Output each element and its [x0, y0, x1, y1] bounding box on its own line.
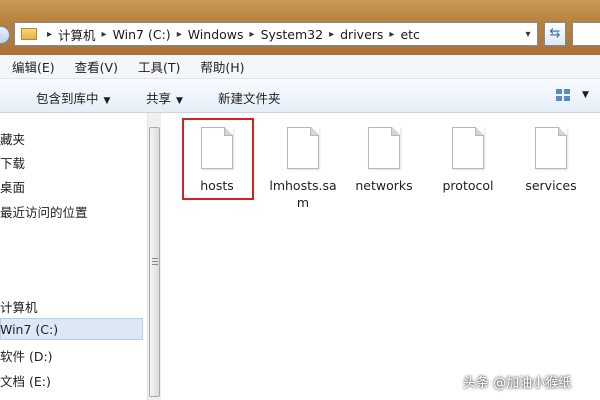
breadcrumb-drivers[interactable]: drivers	[340, 27, 383, 42]
view-options-icon[interactable]	[556, 89, 570, 101]
sidebar-item-recent-places[interactable]: 最近访问的位置	[0, 202, 88, 221]
file-name: hosts	[200, 178, 234, 193]
toolbar: 包含到库中 ▼ 共享 ▼ 新建文件夹 ▼	[0, 79, 600, 113]
menu-help[interactable]: 帮助(H)	[200, 57, 244, 76]
file-icon	[452, 127, 484, 169]
include-library-button[interactable]: 包含到库中 ▼	[36, 88, 110, 107]
breadcrumb-c-drive[interactable]: Win7 (C:)	[113, 27, 171, 42]
file-icon	[201, 127, 233, 169]
file-list: hosts lmhosts.sam networks protocol serv…	[161, 113, 600, 400]
share-button[interactable]: 共享 ▼	[146, 88, 183, 107]
sidebar-item-desktop[interactable]: 桌面	[0, 177, 25, 196]
file-item-networks[interactable]: networks	[345, 127, 423, 194]
breadcrumb-system32[interactable]: System32	[261, 27, 324, 42]
menu-bar: 编辑(E) 查看(V) 工具(T) 帮助(H)	[0, 55, 600, 79]
menu-tools[interactable]: 工具(T)	[138, 57, 180, 76]
refresh-button[interactable]: ⇆	[544, 22, 566, 46]
sidebar-item-d-drive[interactable]: 软件 (D:)	[0, 346, 53, 365]
sidebar-item-favorites[interactable]: 藏夹	[0, 129, 25, 148]
watermark: 头条 @加油小猴纸	[463, 376, 572, 391]
chevron-down-icon: ▼	[103, 96, 111, 106]
sidebar-item-e-drive[interactable]: 文档 (E:)	[0, 371, 51, 390]
address-bar[interactable]: ▸ 计算机 ▸ Win7 (C:) ▸ Windows ▸ System32 ▸…	[14, 22, 538, 46]
file-icon	[368, 127, 400, 169]
menu-edit[interactable]: 编辑(E)	[12, 57, 55, 76]
chevron-right-icon: ▸	[329, 28, 335, 40]
menu-view[interactable]: 查看(V)	[75, 57, 118, 76]
sidebar-scrollbar[interactable]	[147, 113, 161, 400]
chevron-right-icon: ▸	[389, 28, 395, 40]
sidebar-item-computer[interactable]: 计算机	[0, 297, 38, 316]
search-input[interactable]	[572, 22, 600, 46]
folder-icon	[21, 28, 37, 40]
chevron-right-icon: ▸	[47, 28, 53, 40]
breadcrumb-etc[interactable]: etc	[400, 27, 419, 42]
file-name: protocol	[442, 178, 494, 193]
file-name: lmhosts.sam	[269, 178, 337, 210]
include-library-label: 包含到库中	[36, 91, 99, 106]
new-folder-button[interactable]: 新建文件夹	[218, 88, 281, 107]
file-name: services	[525, 178, 577, 193]
grip-icon	[152, 258, 158, 266]
file-item-protocol[interactable]: protocol	[429, 127, 507, 194]
chevron-right-icon: ▸	[249, 28, 255, 40]
file-icon	[535, 127, 567, 169]
chevron-down-icon: ▼	[176, 96, 183, 106]
scroll-thumb[interactable]	[149, 127, 160, 397]
chevron-right-icon: ▸	[176, 28, 182, 40]
file-item-services[interactable]: services	[512, 127, 590, 194]
chevron-down-icon[interactable]: ▼	[582, 90, 589, 100]
breadcrumb-computer[interactable]: 计算机	[58, 25, 96, 44]
breadcrumb-windows[interactable]: Windows	[188, 27, 244, 42]
file-item-hosts[interactable]: hosts	[178, 127, 256, 194]
chevron-down-icon[interactable]: ▾	[519, 29, 537, 40]
share-label: 共享	[146, 91, 172, 106]
file-name: networks	[355, 178, 413, 193]
file-item-lmhosts[interactable]: lmhosts.sam	[264, 127, 342, 211]
sidebar-item-c-drive[interactable]: Win7 (C:)	[0, 322, 58, 337]
chevron-right-icon: ▸	[101, 28, 107, 40]
sidebar-item-downloads[interactable]: 下载	[0, 153, 25, 172]
file-icon	[287, 127, 319, 169]
